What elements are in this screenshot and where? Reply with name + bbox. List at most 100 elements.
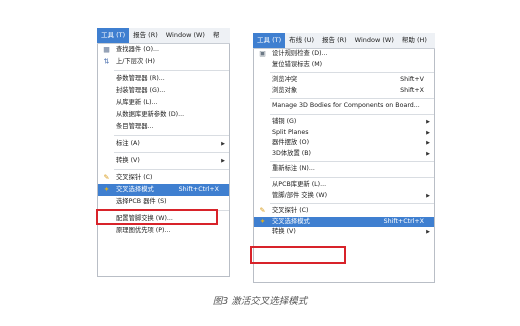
menubar-item-r[interactable]: 报告 (R) bbox=[129, 28, 162, 43]
figure-caption: 图3 激活交叉选择模式 bbox=[212, 296, 308, 307]
probe-icon: ✎ bbox=[259, 206, 266, 215]
menu-separator bbox=[114, 210, 229, 211]
menu-item-label: 浏览冲突 bbox=[272, 76, 298, 84]
menu-item-label: Split Planes bbox=[272, 128, 309, 136]
menu-separator bbox=[270, 113, 434, 115]
menu-item-label: 复位错误标志 (M) bbox=[272, 60, 323, 68]
menu-item[interactable]: 标注 (A) ▶ bbox=[98, 138, 229, 150]
menu-item-label: 选择PCB 器件 (S) bbox=[116, 198, 167, 205]
menu-item[interactable]: 条目管理器... bbox=[98, 121, 229, 133]
menu-item[interactable]: 原理图优先项 (P)... bbox=[98, 225, 229, 237]
menu-separator bbox=[114, 152, 229, 153]
menu-separator bbox=[270, 203, 434, 205]
menu-item[interactable]: 参数管理器 (R)... bbox=[98, 73, 229, 85]
menu-item[interactable]: 从数据库更新参数 (D)... bbox=[98, 109, 229, 121]
cross-select-icon: ✦ bbox=[103, 185, 110, 194]
menu-separator bbox=[114, 70, 229, 71]
menu-item[interactable]: 重新标注 (N)... bbox=[254, 164, 434, 175]
menu-item[interactable]: 浏览对象 Shift+X bbox=[254, 86, 434, 97]
menu-item-label: 器件摆放 (O) bbox=[272, 139, 310, 147]
menu-item-label: 设计规则检查 (D)... bbox=[272, 50, 328, 57]
menu-item-label: 原理图优先项 (P)... bbox=[116, 227, 171, 234]
menu-item-label: 配置管脚交换 (W)... bbox=[116, 215, 173, 222]
hierarchy-icon: ⇅ bbox=[103, 57, 110, 66]
submenu-arrow-icon: ▶ bbox=[426, 140, 430, 147]
menu-item[interactable]: Split Planes ▶ bbox=[254, 128, 434, 139]
menu-item-cross-select-mode[interactable]: ✦ 交叉选择模式 Shift+Ctrl+X bbox=[254, 216, 434, 228]
menu-item-label: 封装管理器 (G)... bbox=[116, 87, 166, 94]
menu-item[interactable]: 铺铜 (G) ▶ bbox=[254, 117, 434, 128]
menu-item[interactable]: 器件摆放 (O) ▶ bbox=[254, 138, 434, 149]
menu-item[interactable]: 选择PCB 器件 (S) bbox=[98, 196, 229, 208]
menu-item[interactable]: ✎ 交叉探针 (C) bbox=[98, 172, 229, 184]
menubar-item-t[interactable]: 工具 (T) bbox=[253, 33, 286, 48]
menu-item-label: 从数据库更新参数 (D)... bbox=[116, 111, 185, 118]
menu-separator bbox=[114, 169, 229, 170]
menu-item-label: 转换 (V) bbox=[116, 157, 140, 164]
menu-item-label: 3D体放置 (B) bbox=[272, 149, 311, 157]
menu-item[interactable]: Manage 3D Bodies for Components on Board… bbox=[254, 101, 434, 112]
submenu-arrow-icon: ▶ bbox=[426, 129, 430, 136]
menu-item[interactable]: 转换 (V) ▶ bbox=[98, 155, 229, 167]
menu-item-label: 标注 (A) bbox=[116, 140, 140, 147]
menu-item[interactable]: ▣ 设计规则检查 (D)... bbox=[254, 49, 434, 60]
menubar: 工具 (T) 布线 (U) 报告 (R) Window (W) 帮助 (H) bbox=[253, 33, 435, 49]
cross-select-icon: ✦ bbox=[259, 217, 266, 226]
menubar-item-window-w[interactable]: Window (W) bbox=[162, 28, 209, 43]
submenu-arrow-icon: ▶ bbox=[426, 118, 430, 125]
menu-item[interactable]: 配置管脚交换 (W)... bbox=[98, 213, 229, 225]
menu-item-label: 转换 (V) bbox=[272, 228, 296, 236]
menu-item-label: 交叉探针 (C) bbox=[272, 207, 309, 215]
submenu-arrow-icon: ▶ bbox=[221, 141, 225, 147]
menu-item[interactable]: ⇅ 上/下层次 (H) bbox=[98, 56, 229, 68]
menu-item-label: 交叉选择模式 bbox=[116, 186, 154, 193]
menubar-item-item-3[interactable]: 帮 bbox=[209, 28, 224, 43]
menu-item-cross-select-mode[interactable]: ✦ 交叉选择模式 Shift+Ctrl+X bbox=[98, 184, 229, 196]
submenu-arrow-icon: ▶ bbox=[221, 158, 225, 164]
menu-item[interactable]: 从库更新 (L)... bbox=[98, 97, 229, 109]
menu-item[interactable]: 管脚/部件 交换 (W) ▶ bbox=[254, 191, 434, 202]
menu-item-shortcut: Shift+Ctrl+X bbox=[178, 186, 219, 193]
menu-item-label: 从库更新 (L)... bbox=[116, 99, 158, 106]
menu-item[interactable]: ✎ 交叉探针 (C) bbox=[254, 206, 434, 217]
right-pcb-window: 工具 (T) 布线 (U) 报告 (R) Window (W) 帮助 (H) ▣ 设计规则… bbox=[253, 33, 435, 283]
menu-item-label: 铺铜 (G) bbox=[272, 117, 297, 125]
drc-icon: ▣ bbox=[259, 49, 266, 58]
menu-separator bbox=[270, 161, 434, 163]
menu-item-shortcut: Shift+Ctrl+X bbox=[383, 217, 424, 225]
menu-separator bbox=[114, 135, 229, 136]
menu-item-label: 重新标注 (N)... bbox=[272, 165, 315, 173]
probe-icon: ✎ bbox=[103, 173, 110, 182]
menu-item-shortcut: Shift+V bbox=[400, 76, 424, 84]
menubar-item-h[interactable]: 帮助 (H) bbox=[398, 33, 431, 48]
submenu-arrow-icon: ▶ bbox=[426, 229, 430, 236]
submenu-arrow-icon: ▶ bbox=[426, 192, 430, 199]
find-icon: ▦ bbox=[103, 45, 110, 54]
menu-item-label: 查找器件 (O)... bbox=[116, 46, 160, 53]
menu-item-shortcut: Shift+X bbox=[400, 86, 424, 94]
menubar-item-u[interactable]: 布线 (U) bbox=[285, 33, 318, 48]
tools-menu: ▦ 查找器件 (O)... ⇅ 上/下层次 (H) 参数管理器 (R)... 封装管理器 … bbox=[97, 44, 230, 277]
menu-item-label: 浏览对象 bbox=[272, 86, 298, 94]
menu-item-label: 上/下层次 (H) bbox=[116, 58, 155, 65]
menubar-item-t[interactable]: 工具 (T) bbox=[97, 28, 130, 43]
menubar-item-window-w[interactable]: Window (W) bbox=[351, 33, 398, 48]
menu-item[interactable]: 封装管理器 (G)... bbox=[98, 85, 229, 97]
menu-item-label: 交叉探针 (C) bbox=[116, 174, 153, 181]
menu-separator bbox=[270, 72, 434, 74]
menu-item[interactable]: 浏览冲突 Shift+V bbox=[254, 75, 434, 86]
menu-item-label: 条目管理器... bbox=[116, 123, 154, 130]
menu-item[interactable]: 复位错误标志 (M) bbox=[254, 60, 434, 71]
menu-item-label: 交叉选择模式 bbox=[272, 217, 310, 225]
menu-separator bbox=[270, 98, 434, 100]
tools-menu: ▣ 设计规则检查 (D)... 复位错误标志 (M) 浏览冲突 Shift+V 浏览对象 S… bbox=[253, 49, 435, 283]
menu-item[interactable]: 转换 (V) ▶ bbox=[254, 227, 434, 238]
menu-item[interactable]: 3D体放置 (B) ▶ bbox=[254, 149, 434, 160]
menu-item[interactable]: 从PCB库更新 (L)... bbox=[254, 180, 434, 191]
submenu-arrow-icon: ▶ bbox=[426, 150, 430, 157]
menu-item[interactable]: ▦ 查找器件 (O)... bbox=[98, 44, 229, 56]
menubar: 工具 (T) 报告 (R) Window (W) 帮 bbox=[97, 28, 230, 44]
menu-item-label: Manage 3D Bodies for Components on Board… bbox=[272, 102, 420, 110]
left-pcb-window: 工具 (T) 报告 (R) Window (W) 帮 ▦ 查找器件 (O)... ⇅ 上/下… bbox=[97, 28, 230, 277]
menubar-item-r[interactable]: 报告 (R) bbox=[318, 33, 351, 48]
